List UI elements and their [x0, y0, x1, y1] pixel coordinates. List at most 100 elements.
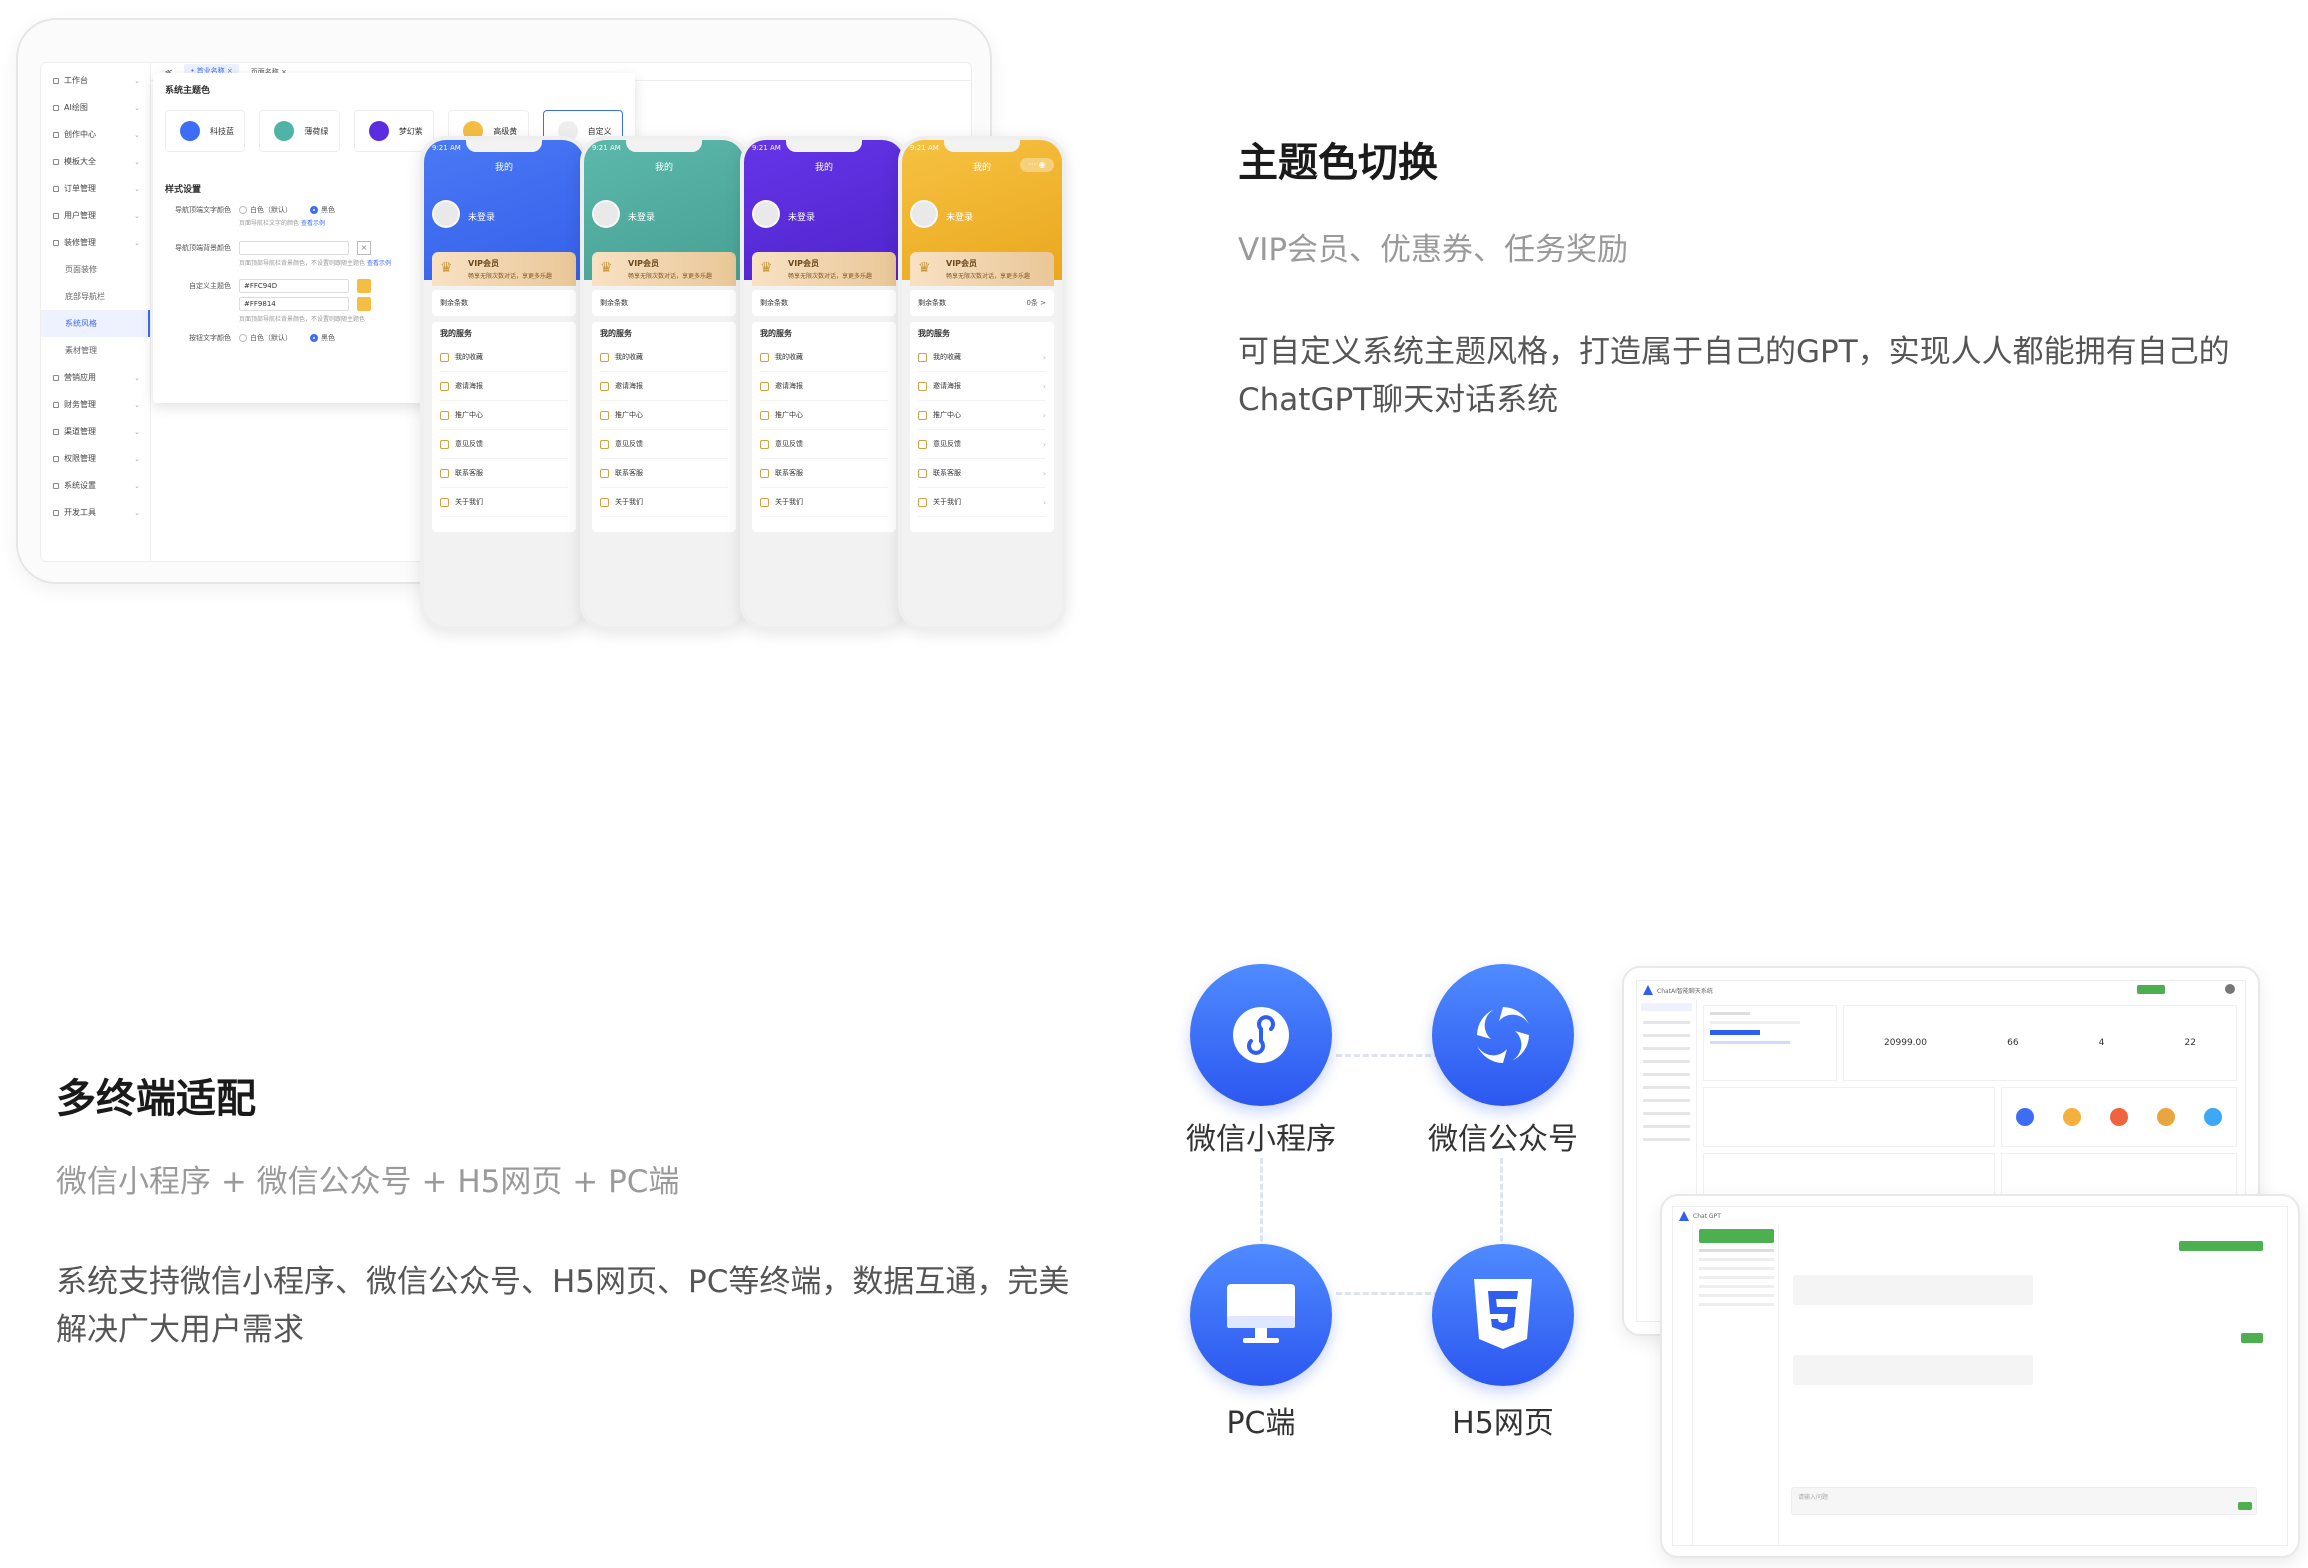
menu-item[interactable]: 联系客服 — [600, 459, 728, 488]
shortcut-icon[interactable] — [2156, 1108, 2175, 1126]
menu-item[interactable]: 邀请海报 — [600, 372, 728, 401]
custom-color-input-1[interactable]: #FFC94D — [239, 279, 349, 293]
sidebar-item[interactable]: 装修管理 ⌄ — [41, 229, 150, 256]
sidebar-item[interactable]: 素材管理 — [41, 337, 150, 364]
theme-swatch[interactable]: 科技蓝 — [165, 110, 246, 152]
menu-item[interactable]: 关于我们 — [760, 488, 888, 517]
theme-swatch[interactable]: 梦幻紫 — [353, 110, 435, 152]
remain-count-row[interactable]: 剩余条数 — [432, 290, 576, 316]
menu-item[interactable]: 邀请海报 › — [918, 372, 1046, 401]
menu-item[interactable]: 我的收藏 › — [918, 343, 1046, 372]
menu-item[interactable]: 联系客服 — [760, 459, 888, 488]
avatar[interactable] — [910, 200, 938, 228]
vip-banner[interactable]: ♛ VIP会员 畅享无限次数对话，享更多乐趣 — [592, 252, 736, 286]
custom-color-input-2[interactable]: #FF9814 — [239, 297, 349, 311]
vip-banner[interactable]: ♛ VIP会员 畅享无限次数对话，享更多乐趣 — [432, 252, 576, 286]
sidebar-item[interactable]: 用户管理 ⌄ — [41, 202, 150, 229]
shortcut-icon[interactable] — [2109, 1108, 2128, 1126]
menu-item[interactable]: 意见反馈 — [760, 430, 888, 459]
pc-admin-green-button[interactable] — [2137, 985, 2165, 994]
menu-item[interactable]: 我的收藏 — [760, 343, 888, 372]
sidebar-item-label: 素材管理 — [65, 346, 97, 355]
nav-text-black-radio[interactable]: 黑色 — [310, 205, 335, 215]
menu-item-icon — [600, 439, 609, 449]
menu-item[interactable]: 联系客服 › — [918, 459, 1046, 488]
sidebar-item[interactable]: 系统设置 ⌄ — [41, 472, 150, 499]
nav-bg-color-input[interactable] — [239, 241, 349, 255]
vip-banner[interactable]: ♛ VIP会员 畅享无限次数对话，享更多乐趣 — [752, 252, 896, 286]
btn-text-white-radio[interactable]: 白色（默认） — [239, 333, 292, 343]
menu-item[interactable]: 推广中心 — [440, 401, 568, 430]
new-chat-button[interactable] — [1699, 1229, 1774, 1243]
sidebar-item[interactable]: 模板大全 ⌄ — [41, 148, 150, 175]
nav-text-example-link[interactable]: 查看示例 — [301, 220, 325, 227]
sidebar-item[interactable]: 开发工具 ⌄ — [41, 499, 150, 526]
sidebar-item[interactable]: AI绘图 ⌄ — [41, 94, 150, 121]
menu-item[interactable]: 推广中心 — [760, 401, 888, 430]
sidebar-item[interactable]: 渠道管理 ⌄ — [41, 418, 150, 445]
btn-text-black-radio[interactable]: 黑色 — [310, 333, 335, 343]
chat-input[interactable]: 请输入问题 — [1791, 1487, 2257, 1515]
sidebar-item[interactable]: 系统风格 — [41, 310, 150, 337]
shortcut-icon[interactable] — [2203, 1108, 2222, 1126]
avatar[interactable] — [592, 200, 620, 228]
connector-bottom — [1336, 1292, 1440, 1295]
avatar[interactable] — [432, 200, 460, 228]
sidebar-item[interactable]: 底部导航栏 — [41, 283, 150, 310]
vip-banner[interactable]: ♛ VIP会员 畅享无限次数对话，享更多乐趣 — [910, 252, 1054, 286]
remain-count-row[interactable]: 剩余条数 0条 > — [910, 290, 1054, 316]
menu-item[interactable]: 我的收藏 — [440, 343, 568, 372]
menu-item[interactable]: 意见反馈 — [600, 430, 728, 459]
menu-icon — [53, 185, 59, 192]
custom-color-swatch-1[interactable] — [357, 279, 371, 293]
login-status[interactable]: 未登录 — [788, 210, 815, 223]
sidebar-item[interactable]: 订单管理 ⌄ — [41, 175, 150, 202]
remain-count-row[interactable]: 剩余条数 — [592, 290, 736, 316]
theme-swatch[interactable]: 薄荷绿 — [259, 110, 340, 152]
menu-item-icon — [918, 410, 927, 420]
menu-item[interactable]: 关于我们 › — [918, 488, 1046, 517]
sidebar-item[interactable]: 页面装修 — [41, 256, 150, 283]
menu-icon — [53, 77, 59, 84]
pc-admin-avatar[interactable] — [2225, 984, 2235, 994]
vip-title: VIP会员 — [468, 259, 500, 268]
sidebar-item[interactable]: 财务管理 ⌄ — [41, 391, 150, 418]
sidebar-item[interactable]: 营销应用 ⌄ — [41, 364, 150, 391]
login-status[interactable]: 未登录 — [946, 210, 973, 223]
phone-notch — [626, 140, 702, 152]
menu-item[interactable]: 推广中心 — [600, 401, 728, 430]
menu-item[interactable]: 关于我们 — [440, 488, 568, 517]
shortcut-icon[interactable] — [2063, 1108, 2082, 1126]
menu-item[interactable]: 意见反馈 › — [918, 430, 1046, 459]
login-status[interactable]: 未登录 — [468, 210, 495, 223]
terminal-label-h5: H5网页 — [1452, 1406, 1554, 1441]
services-title: 我的服务 — [600, 329, 632, 338]
clear-color-icon[interactable]: × — [357, 241, 371, 255]
menu-item-icon — [760, 497, 769, 507]
custom-color-swatch-2[interactable] — [357, 297, 371, 311]
nav-text-white-radio[interactable]: 白色（默认） — [239, 205, 292, 215]
nav-bg-example-link[interactable]: 查看示例 — [367, 260, 391, 267]
menu-item[interactable]: 推广中心 › — [918, 401, 1046, 430]
capsule-menu-icon[interactable]: ··· ◉ — [1020, 158, 1054, 172]
sidebar-item[interactable]: 工作台 ⌄ — [41, 67, 150, 94]
menu-item[interactable]: 联系客服 — [440, 459, 568, 488]
user-message-bubble — [2241, 1333, 2263, 1343]
login-status[interactable]: 未登录 — [628, 210, 655, 223]
menu-item[interactable]: 邀请海报 — [760, 372, 888, 401]
menu-item-label: 我的收藏 — [455, 353, 483, 361]
sidebar-item[interactable]: 权限管理 ⌄ — [41, 445, 150, 472]
chevron-down-icon: ⌄ — [134, 481, 140, 490]
sidebar-item[interactable]: 创作中心 ⌄ — [41, 121, 150, 148]
remain-count-row[interactable]: 剩余条数 — [752, 290, 896, 316]
menu-item[interactable]: 关于我们 — [600, 488, 728, 517]
menu-item[interactable]: 意见反馈 — [440, 430, 568, 459]
shortcut-icon[interactable] — [2016, 1108, 2035, 1126]
menu-item[interactable]: 我的收藏 — [600, 343, 728, 372]
menu-item-icon — [600, 381, 609, 391]
send-button[interactable] — [2238, 1502, 2252, 1510]
menu-item-icon — [918, 497, 927, 507]
avatar[interactable] — [752, 200, 780, 228]
remain-count-label: 剩余条数 — [760, 299, 788, 307]
menu-item[interactable]: 邀请海报 — [440, 372, 568, 401]
